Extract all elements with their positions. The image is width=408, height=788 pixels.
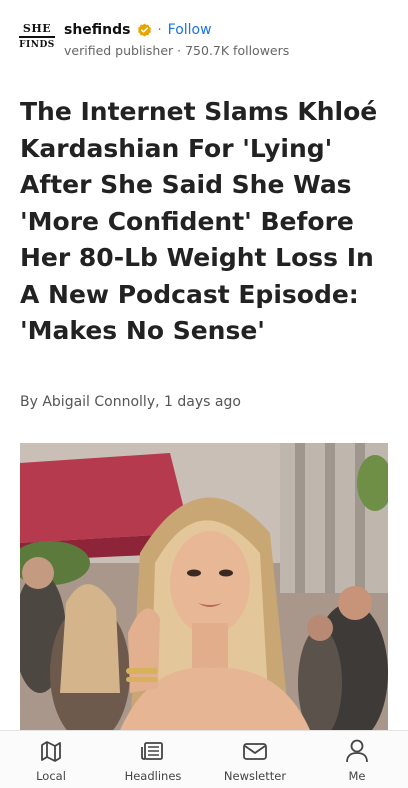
nav-label-headlines: Headlines <box>124 768 182 783</box>
bottom-navigation: Local Headlines Newsletter Me <box>0 730 408 788</box>
nav-label-newsletter: Newsletter <box>223 768 287 783</box>
logo-divider <box>19 36 55 38</box>
article-page: SHE FINDS shefinds · Follow verified pub… <box>0 0 408 788</box>
publisher-row: shefinds · Follow <box>64 18 289 42</box>
article-headline: The Internet Slams Khloé Kardashian For … <box>20 97 378 345</box>
person-icon <box>346 739 368 762</box>
publisher-info: shefinds · Follow verified publisher · 7… <box>64 18 289 58</box>
follow-button[interactable]: Follow <box>168 22 212 38</box>
article-photo-illustration <box>20 443 388 730</box>
nav-item-newsletter[interactable]: Newsletter <box>210 737 300 783</box>
article-photo[interactable] <box>20 443 388 730</box>
article-byline: By Abigail Connolly, 1 days ago <box>20 394 241 410</box>
nav-label-me: Me <box>348 768 366 783</box>
nav-item-local[interactable]: Local <box>6 737 96 783</box>
nav-label-local: Local <box>36 768 66 783</box>
publisher-name[interactable]: shefinds <box>64 22 131 38</box>
nav-item-headlines[interactable]: Headlines <box>108 737 198 783</box>
logo-text-top: SHE <box>22 22 52 35</box>
publisher-subtitle: verified publisher · 750.7K followers <box>64 43 290 58</box>
separator-dot: · <box>157 22 162 38</box>
publisher-logo[interactable]: SHE FINDS <box>18 18 56 56</box>
logo-text-bottom: FINDS <box>19 40 55 50</box>
nav-item-me[interactable]: Me <box>312 737 402 783</box>
publisher-header: SHE FINDS shefinds · Follow verified pub… <box>18 18 289 58</box>
newspaper-icon <box>141 741 163 760</box>
verified-badge-icon <box>137 23 152 38</box>
map-icon <box>41 740 61 762</box>
envelope-icon <box>243 742 267 760</box>
